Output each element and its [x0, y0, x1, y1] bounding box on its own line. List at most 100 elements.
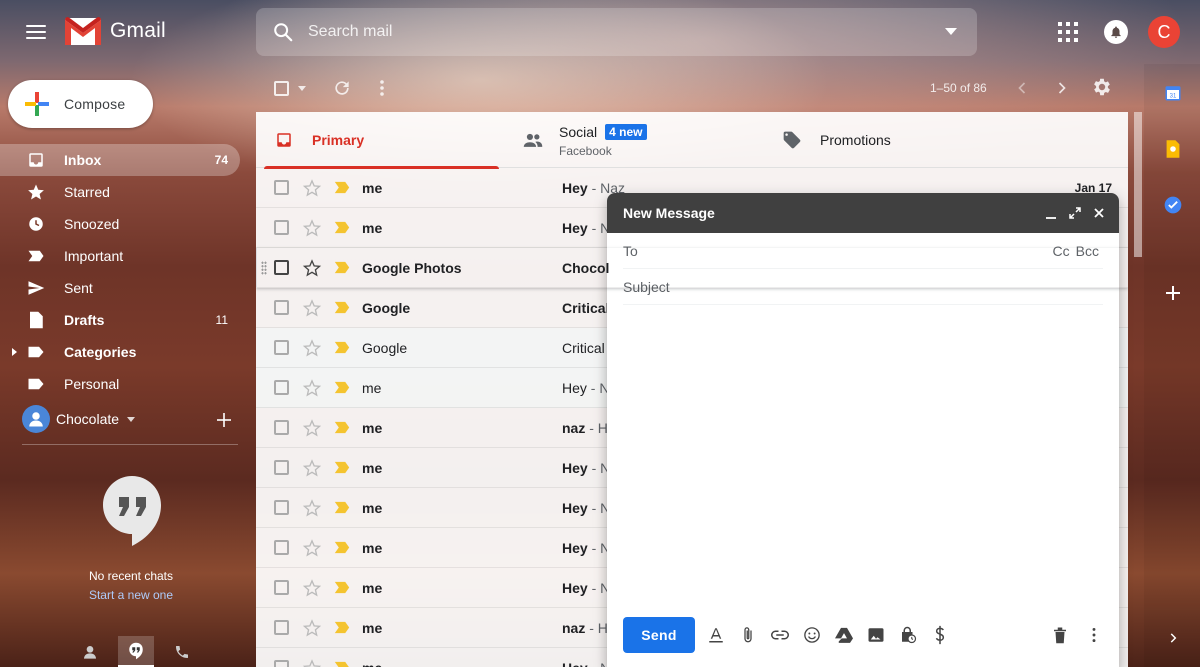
- link-icon[interactable]: [771, 626, 789, 644]
- sidebar-item-inbox[interactable]: Inbox 74: [0, 144, 240, 176]
- star-icon[interactable]: [302, 418, 322, 438]
- gmail-logo[interactable]: Gmail: [64, 16, 166, 46]
- drive-icon[interactable]: [835, 626, 853, 644]
- add-chat-icon[interactable]: [216, 412, 232, 428]
- sidebar-item-starred[interactable]: Starred: [0, 176, 240, 208]
- star-icon[interactable]: [302, 218, 322, 238]
- star-icon[interactable]: [302, 258, 322, 278]
- chevron-right-icon[interactable]: [1052, 78, 1072, 98]
- delete-icon[interactable]: [1051, 626, 1069, 644]
- select-options-icon[interactable]: [298, 86, 306, 91]
- sidebar-item-sent[interactable]: Sent: [0, 272, 240, 304]
- row-checkbox[interactable]: [274, 300, 289, 315]
- tasks-icon[interactable]: [1162, 194, 1184, 216]
- compose-button[interactable]: Compose: [8, 80, 153, 128]
- mail-scrollbar[interactable]: [1134, 112, 1142, 257]
- star-icon[interactable]: [302, 458, 322, 478]
- star-icon[interactable]: [302, 658, 322, 667]
- row-checkbox[interactable]: [274, 660, 289, 667]
- phone-tab-icon[interactable]: [164, 636, 200, 667]
- important-marker-icon[interactable]: [334, 421, 350, 434]
- expand-panel-icon[interactable]: [1162, 627, 1184, 649]
- sidebar-item-snoozed[interactable]: Snoozed: [0, 208, 240, 240]
- search-input[interactable]: [308, 8, 928, 56]
- calendar-icon[interactable]: 31: [1162, 82, 1184, 104]
- important-marker-icon[interactable]: [334, 221, 350, 234]
- confidential-icon[interactable]: [899, 626, 917, 644]
- account-avatar[interactable]: C: [1148, 16, 1180, 48]
- sidebar-item-personal[interactable]: Personal: [0, 368, 240, 400]
- photo-icon[interactable]: [867, 626, 885, 644]
- hangouts-tab-icon[interactable]: [118, 636, 154, 667]
- star-icon[interactable]: [302, 618, 322, 638]
- close-icon[interactable]: [1091, 205, 1107, 221]
- star-icon[interactable]: [302, 578, 322, 598]
- row-checkbox[interactable]: [274, 420, 289, 435]
- minimize-icon[interactable]: [1043, 205, 1059, 221]
- text-format-icon[interactable]: [707, 626, 725, 644]
- star-icon[interactable]: [302, 178, 322, 198]
- sidebar-item-important[interactable]: Important: [0, 240, 240, 272]
- emoji-icon[interactable]: [803, 626, 821, 644]
- search-bar[interactable]: [256, 8, 977, 56]
- gear-icon[interactable]: [1091, 76, 1113, 98]
- important-marker-icon[interactable]: [334, 541, 350, 554]
- star-icon[interactable]: [302, 298, 322, 318]
- notifications-icon[interactable]: [1104, 20, 1128, 44]
- main-menu-icon[interactable]: [20, 18, 52, 46]
- row-checkbox[interactable]: [274, 220, 289, 235]
- important-marker-icon[interactable]: [334, 301, 350, 314]
- tab-primary[interactable]: Primary: [256, 112, 509, 169]
- search-options-icon[interactable]: [945, 28, 957, 35]
- contacts-tab-icon[interactable]: [72, 636, 108, 667]
- apps-icon[interactable]: [1058, 22, 1078, 42]
- row-checkbox[interactable]: [274, 460, 289, 475]
- send-button[interactable]: Send: [623, 617, 695, 653]
- row-checkbox[interactable]: [274, 580, 289, 595]
- select-all-checkbox[interactable]: [274, 81, 289, 96]
- important-marker-icon[interactable]: [334, 581, 350, 594]
- row-checkbox[interactable]: [274, 340, 289, 355]
- star-icon[interactable]: [302, 378, 322, 398]
- tab-social[interactable]: Social 4 new Facebook: [509, 112, 762, 168]
- important-marker-icon[interactable]: [334, 621, 350, 634]
- keep-icon[interactable]: [1162, 138, 1184, 160]
- star-icon[interactable]: [302, 338, 322, 358]
- star-icon[interactable]: [302, 498, 322, 518]
- row-checkbox[interactable]: [274, 380, 289, 395]
- important-marker-icon[interactable]: [334, 261, 350, 274]
- expand-arrow-icon[interactable]: [12, 348, 17, 356]
- important-marker-icon[interactable]: [334, 181, 350, 194]
- fullscreen-icon[interactable]: [1067, 205, 1083, 221]
- row-checkbox[interactable]: [274, 260, 289, 275]
- start-chat-link[interactable]: Start a new one: [0, 588, 262, 602]
- more-options-icon[interactable]: [1085, 626, 1103, 644]
- message-body[interactable]: [623, 313, 1103, 613]
- email-row[interactable]: Google Photos Chocol: [256, 248, 1128, 288]
- row-checkbox[interactable]: [274, 540, 289, 555]
- refresh-icon[interactable]: [332, 78, 352, 98]
- attach-icon[interactable]: [739, 626, 757, 644]
- tab-promotions[interactable]: Promotions: [762, 112, 1015, 168]
- row-checkbox[interactable]: [274, 620, 289, 635]
- important-marker-icon[interactable]: [334, 661, 350, 667]
- email-sender: me: [362, 499, 383, 516]
- important-marker-icon[interactable]: [334, 381, 350, 394]
- more-vert-icon[interactable]: [374, 78, 390, 98]
- dollar-icon[interactable]: [931, 625, 949, 645]
- row-checkbox[interactable]: [274, 180, 289, 195]
- add-addon-icon[interactable]: [1162, 282, 1184, 304]
- drag-handle-icon[interactable]: [261, 261, 267, 275]
- chevron-left-icon[interactable]: [1012, 78, 1032, 98]
- row-checkbox[interactable]: [274, 500, 289, 515]
- sidebar-item-drafts[interactable]: Drafts 11: [0, 304, 240, 336]
- important-marker-icon[interactable]: [334, 341, 350, 354]
- sidebar-item-categories[interactable]: Categories: [0, 336, 240, 368]
- star-icon[interactable]: [302, 538, 322, 558]
- important-marker-icon[interactable]: [334, 501, 350, 514]
- compose-header[interactable]: New Message: [607, 193, 1119, 233]
- search-icon[interactable]: [272, 21, 294, 43]
- hangouts-user-menu[interactable]: Chocolate: [22, 405, 136, 433]
- important-marker-icon[interactable]: [334, 461, 350, 474]
- email-preview: Hey - N: [562, 380, 609, 396]
